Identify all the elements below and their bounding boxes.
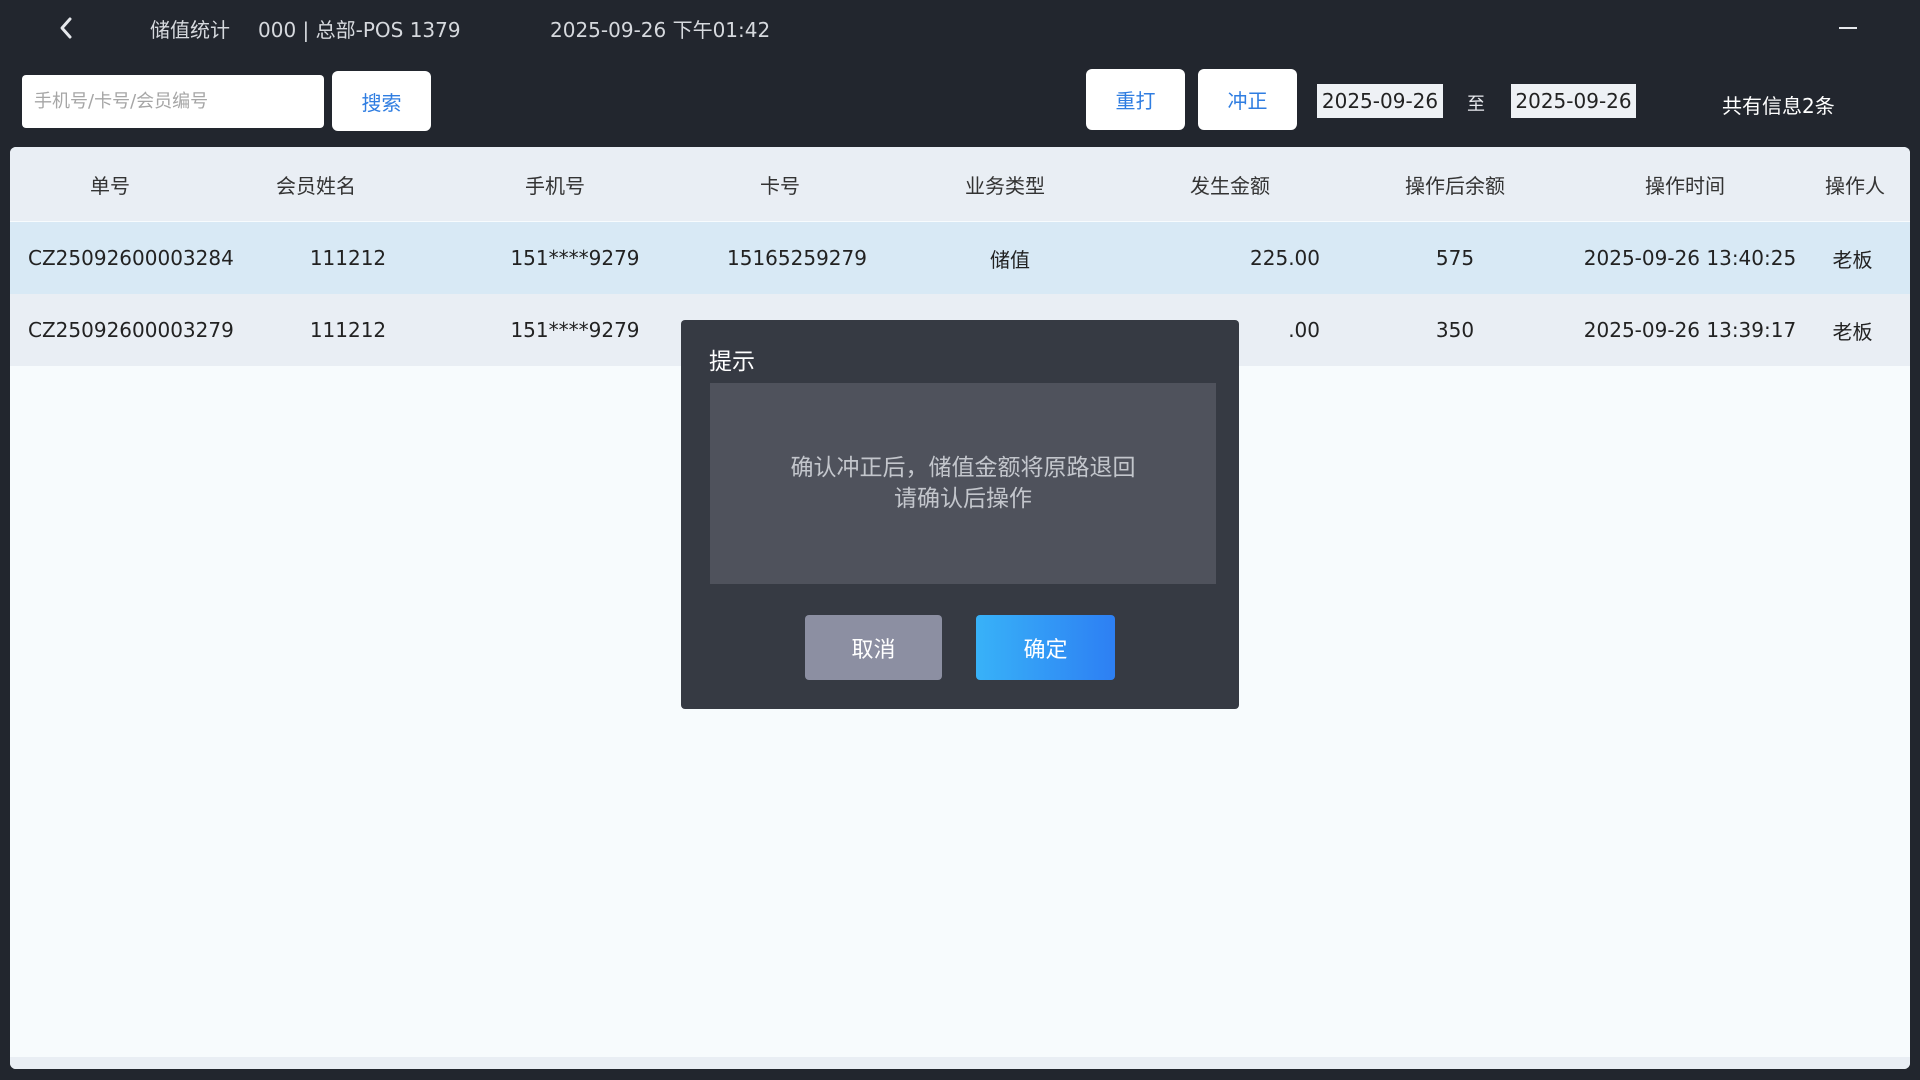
- amount-cell: 225.00: [1250, 246, 1320, 270]
- column-header: 单号: [90, 173, 130, 198]
- search-button[interactable]: 搜索: [332, 71, 431, 131]
- op-time-cell: 2025-09-26 13:39:17: [1583, 318, 1797, 342]
- back-button[interactable]: [48, 12, 84, 44]
- column-header: 操作后余额: [1405, 173, 1505, 198]
- balance-cell: 350: [1435, 318, 1475, 342]
- column-header: 业务类型: [965, 173, 1045, 198]
- column-header: 卡号: [760, 173, 800, 198]
- confirm-dialog: 提示 确认冲正后，储值金额将原路退回 请确认后操作 取消 确定: [681, 320, 1239, 709]
- confirm-button[interactable]: 确定: [976, 615, 1115, 680]
- record-count: 共有信息2条: [1722, 94, 1835, 118]
- dialog-message-line: 请确认后操作: [894, 485, 1032, 512]
- dialog-title: 提示: [709, 349, 755, 375]
- reverse-button[interactable]: 冲正: [1198, 69, 1297, 130]
- table-header: 单号 会员姓名 手机号 卡号 业务类型 发生金额 操作后余额 操作时间 操作人: [10, 147, 1910, 221]
- page-title: 储值统计: [150, 18, 230, 42]
- phone-cell: 151****9279: [510, 246, 640, 270]
- dialog-message: 确认冲正后，储值金额将原路退回 请确认后操作: [710, 383, 1216, 584]
- card-no-cell: 15165259279: [727, 246, 867, 270]
- column-header: 手机号: [525, 173, 585, 198]
- column-header: 操作人: [1825, 173, 1885, 198]
- member-name-cell: 111212: [309, 318, 387, 342]
- order-no-cell: CZ25092600003284: [28, 246, 234, 270]
- phone-cell: 151****9279: [510, 318, 640, 342]
- table-row[interactable]: CZ25092600003284 111212 151****9279 1516…: [10, 222, 1910, 294]
- minimize-icon: [1839, 27, 1857, 29]
- order-no-cell: CZ25092600003279: [28, 318, 234, 342]
- chevron-left-icon: [60, 17, 72, 39]
- column-header: 发生金额: [1190, 173, 1270, 198]
- title-bar: 储值统计 000 | 总部-POS 1379 2025-09-26 下午01:4…: [0, 0, 1920, 54]
- biz-type-cell: 储值: [990, 247, 1030, 272]
- column-header: 会员姓名: [276, 173, 356, 198]
- column-header: 操作时间: [1645, 173, 1725, 198]
- balance-cell: 575: [1435, 246, 1475, 270]
- operator-cell: 老板: [1832, 319, 1873, 344]
- search-input[interactable]: [22, 75, 324, 128]
- table-footer: [10, 1057, 1910, 1069]
- op-time-cell: 2025-09-26 13:40:25: [1583, 246, 1797, 270]
- reprint-button[interactable]: 重打: [1086, 69, 1185, 130]
- date-separator: 至: [1467, 94, 1485, 115]
- operator-cell: 老板: [1832, 247, 1873, 272]
- store-info: 000 | 总部-POS 1379: [258, 18, 461, 42]
- current-datetime: 2025-09-26 下午01:42: [550, 18, 771, 42]
- cancel-button[interactable]: 取消: [805, 615, 942, 680]
- start-date-field[interactable]: 2025-09-26: [1317, 84, 1443, 118]
- end-date-field[interactable]: 2025-09-26: [1511, 84, 1636, 118]
- dialog-message-line: 确认冲正后，储值金额将原路退回: [790, 454, 1136, 481]
- minimize-button[interactable]: [1830, 12, 1866, 44]
- member-name-cell: 111212: [309, 246, 387, 270]
